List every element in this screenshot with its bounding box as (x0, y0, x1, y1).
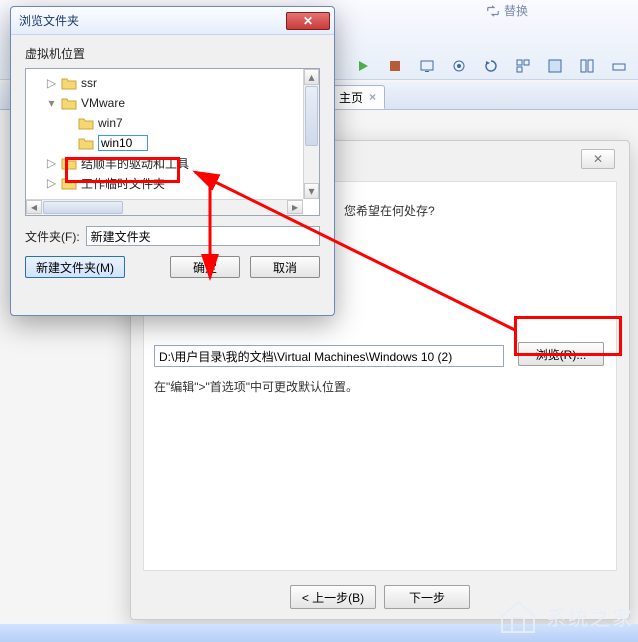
scroll-down-icon[interactable]: ▾ (304, 183, 319, 199)
close-icon: ✕ (593, 152, 603, 166)
tree-node-drivers[interactable]: ▷ 结顺丰的驱动和工具 (28, 153, 317, 173)
wizard-close-button[interactable]: ✕ (581, 149, 615, 169)
dialog-titlebar[interactable]: 浏览文件夹 ✕ (11, 7, 334, 35)
tree-node-temp[interactable]: ▷ 工作临时文件夹 (28, 173, 317, 193)
dialog-subtitle: 虚拟机位置 (11, 35, 334, 68)
folder-icon (61, 156, 77, 170)
horizontal-scrollbar[interactable]: ◂ ▸ (26, 199, 303, 215)
replace-chip: 替换 (486, 2, 528, 19)
tree-node-ssr[interactable]: ▷ ssr (28, 73, 317, 93)
expand-icon[interactable]: ▷ (46, 178, 57, 189)
folder-icon (78, 116, 94, 130)
play-icon[interactable] (350, 55, 376, 77)
tree-node-win7[interactable]: win7 (28, 113, 317, 133)
folder-icon (61, 176, 77, 190)
location-path-value: D:\用户目录\我的文档\Virtual Machines\Windows 10… (159, 350, 452, 364)
folder-tree[interactable]: ▷ ssr ▾ VMware win7 ▷ 结顺丰的驱动和工具 (25, 68, 320, 216)
new-folder-button[interactable]: 新建文件夹(M) (25, 256, 125, 278)
ok-button[interactable]: 确定 (170, 256, 240, 278)
tree-node-win10-editing[interactable] (28, 133, 317, 153)
toolbar-icons (350, 55, 632, 77)
folder-icon (61, 76, 77, 90)
folder-icon (61, 96, 77, 110)
restore-icon[interactable] (478, 55, 504, 77)
fullscreen-icon[interactable] (542, 55, 568, 77)
tree-node-vmware[interactable]: ▾ VMware (28, 93, 317, 113)
cancel-button[interactable]: 取消 (250, 256, 320, 278)
scroll-up-icon[interactable]: ▴ (304, 69, 319, 85)
tab-label: 主页 (339, 89, 363, 106)
folder-name-input[interactable] (86, 226, 320, 246)
dialog-buttons: 新建文件夹(M) 确定 取消 (11, 252, 334, 290)
vertical-scrollbar[interactable]: ▴ ▾ (303, 69, 319, 199)
scroll-thumb[interactable] (305, 86, 318, 146)
scroll-left-icon[interactable]: ◂ (26, 200, 42, 214)
folder-icon (78, 136, 94, 150)
scroll-right-icon[interactable]: ▸ (287, 200, 303, 214)
replace-icon (486, 4, 500, 18)
stop-icon[interactable] (382, 55, 408, 77)
dialog-close-button[interactable]: ✕ (286, 12, 330, 30)
rename-input[interactable] (98, 135, 148, 151)
expand-icon[interactable]: ▷ (46, 158, 57, 169)
snapshot-icon[interactable] (446, 55, 472, 77)
tree-label: 结顺丰的驱动和工具 (81, 155, 189, 172)
folder-name-label: 文件夹(F): (25, 228, 80, 245)
wizard-question: 您希望在何处存? (344, 202, 435, 219)
dialog-title: 浏览文件夹 (19, 12, 286, 29)
expand-icon[interactable]: ▷ (46, 78, 57, 89)
replace-label: 替换 (504, 2, 528, 19)
wizard-help-text: 在"编辑">"首选项"中可更改默认位置。 (154, 378, 358, 395)
tree-label: win7 (98, 116, 123, 130)
unity-icon[interactable] (574, 55, 600, 77)
screen-icon[interactable] (414, 55, 440, 77)
tree-label: ssr (81, 76, 97, 90)
watermark-text: 系统之家 (546, 602, 634, 631)
tab-close-icon[interactable]: × (369, 90, 376, 104)
location-path-input[interactable]: D:\用户目录\我的文档\Virtual Machines\Windows 10… (154, 345, 504, 367)
collapse-icon[interactable]: ▾ (46, 98, 57, 109)
next-button[interactable]: 下一步 (384, 585, 470, 609)
back-button[interactable]: < 上一步(B) (290, 585, 376, 609)
browse-button[interactable]: 浏览(R)... (518, 342, 604, 366)
tree-label: 工作临时文件夹 (81, 175, 165, 192)
tab-home[interactable]: 主页 × (330, 85, 385, 109)
folder-name-row: 文件夹(F): (11, 216, 334, 252)
hscroll-thumb[interactable] (43, 201, 123, 214)
browse-dialog: 浏览文件夹 ✕ 虚拟机位置 ▷ ssr ▾ VMware win7 (10, 6, 335, 316)
tree-label: VMware (81, 96, 125, 110)
watermark: 系统之家 (496, 596, 634, 636)
manage-icon[interactable] (510, 55, 536, 77)
expand-icon[interactable] (606, 55, 632, 77)
